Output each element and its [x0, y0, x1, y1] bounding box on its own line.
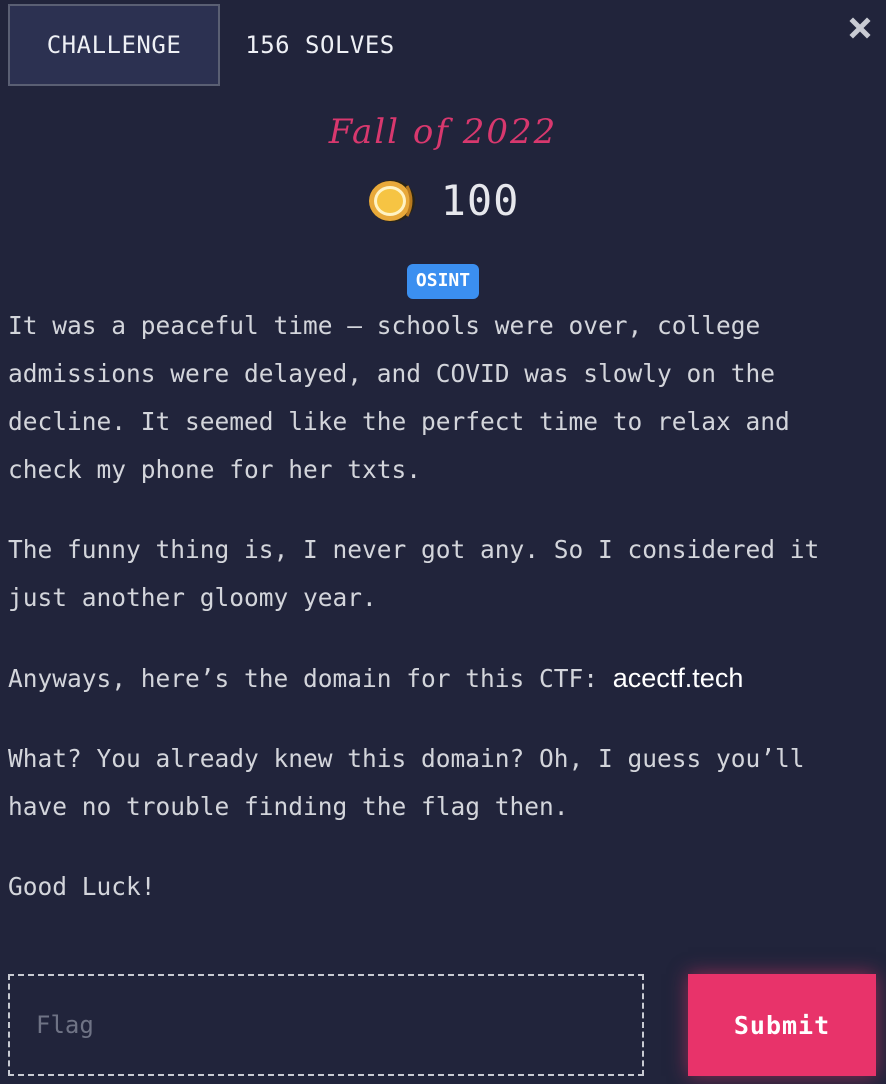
points-value: 100 — [440, 176, 520, 225]
challenge-tabs: CHALLENGE 156 SOLVES — [8, 4, 420, 86]
challenge-points: 100 — [0, 176, 886, 225]
challenge-title: Fall of 2022 — [328, 112, 558, 152]
domain-link[interactable]: acectf.tech — [613, 663, 744, 693]
domain-prefix-text: Anyways, here’s the domain for this CTF: — [8, 664, 613, 693]
coin-icon — [368, 179, 415, 222]
submit-button[interactable]: Submit — [688, 974, 876, 1076]
flag-input[interactable] — [8, 974, 644, 1076]
tab-challenge[interactable]: CHALLENGE — [8, 4, 220, 86]
tab-solves-label: 156 SOLVES — [245, 31, 395, 59]
description-paragraph-2: The funny thing is, I never got any. So … — [8, 535, 820, 612]
close-icon — [849, 17, 871, 39]
tab-challenge-label: CHALLENGE — [46, 31, 182, 59]
tab-solves[interactable]: 156 SOLVES — [220, 4, 420, 86]
description-paragraph-5: Good Luck! — [8, 872, 156, 901]
category-badge: OSINT — [406, 264, 480, 299]
close-button[interactable] — [846, 14, 874, 42]
description-paragraph-1: It was a peaceful time — schools were ov… — [8, 311, 790, 484]
challenge-description: It was a peaceful time — schools were ov… — [8, 302, 876, 943]
category-badge-wrap: OSINT — [0, 264, 886, 299]
description-paragraph-3: Anyways, here’s the domain for this CTF:… — [8, 654, 876, 703]
description-paragraph-4: What? You already knew this domain? Oh, … — [8, 744, 805, 821]
